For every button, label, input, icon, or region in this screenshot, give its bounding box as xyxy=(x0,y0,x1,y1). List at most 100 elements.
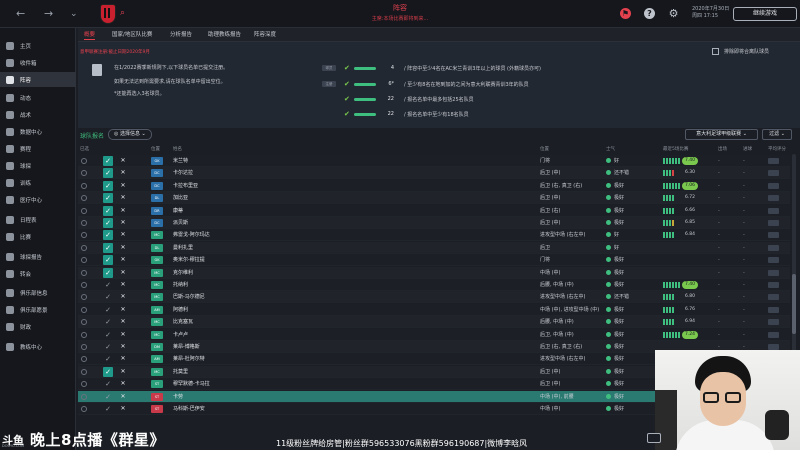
gear-icon[interactable]: ⚙ xyxy=(668,8,679,19)
sidebar-item-transfers[interactable]: 转会 xyxy=(0,266,76,281)
header-apps[interactable]: 出场 xyxy=(718,146,727,152)
select-radio[interactable] xyxy=(81,282,87,288)
tab-international[interactable]: 国家/地区队比赛 xyxy=(112,30,152,40)
exclude-toggle[interactable]: 排除即将合离队球员 xyxy=(712,48,769,55)
remove-icon[interactable]: ✕ xyxy=(118,181,128,191)
scrollbar-thumb[interactable] xyxy=(792,274,796,334)
player-name[interactable]: 托莫里 xyxy=(173,366,188,378)
select-radio[interactable] xyxy=(81,257,87,264)
header-position[interactable]: 位置 xyxy=(540,146,549,152)
sidebar-item-squad[interactable]: 阵容 xyxy=(0,72,76,87)
player-name[interactable]: 穆罕默德-卡马拉 xyxy=(173,378,210,390)
register-checkbox[interactable]: ✓ xyxy=(103,305,113,315)
sidebar-item-training[interactable]: 训练 xyxy=(0,175,76,190)
register-checkbox[interactable]: ✓ xyxy=(103,330,113,340)
table-row[interactable]: ✓ ✕ DC 卡拉布里亚 后卫 (右, 真卫 (右) 极好 7.06 - - xyxy=(78,179,790,192)
select-radio[interactable] xyxy=(81,319,87,326)
remove-icon[interactable]: ✕ xyxy=(118,168,128,178)
remove-icon[interactable]: ✕ xyxy=(118,243,128,253)
register-checkbox[interactable]: ✓ xyxy=(103,205,113,216)
register-checkbox[interactable]: ✓ xyxy=(103,156,113,166)
register-checkbox[interactable]: ✓ xyxy=(103,366,113,377)
player-name[interactable]: 康蒂 xyxy=(173,205,183,217)
player-name[interactable]: 阿德利 xyxy=(173,304,188,316)
player-name[interactable]: 曼利扎里 xyxy=(173,242,193,254)
player-name[interactable]: 卡拉布里亚 xyxy=(173,180,198,192)
header-form[interactable]: 最近5场比赛 xyxy=(663,146,688,152)
sidebar-item-data-hub[interactable]: 数据中心 xyxy=(0,124,76,139)
select-radio[interactable] xyxy=(81,406,87,412)
table-row[interactable]: ✓ ✕ DL 加比亚 后卫 (中) 极好 6.72 - - xyxy=(78,192,790,205)
table-row[interactable]: ✓ ✕ GK 米兰特 门将 好 7.40 - - xyxy=(78,155,790,167)
player-name[interactable]: 米兰特 xyxy=(173,155,188,167)
header-avg[interactable]: 平均评分 xyxy=(768,146,786,152)
player-name[interactable]: 莱昂-杜阿尔特 xyxy=(173,353,205,365)
remove-icon[interactable]: ✕ xyxy=(118,354,128,364)
header-selected[interactable]: 已选 xyxy=(80,146,89,152)
table-row[interactable]: ✓ ✕ MC 比克塞瓦 后腰, 中场 (中) 极好 6.94 - - xyxy=(78,316,790,329)
table-row[interactable]: ✓ ✕ MC 卡卢卢 后卫, 中场 (中) 极好 7.24 - - xyxy=(78,328,790,341)
register-checkbox[interactable]: ✓ xyxy=(103,230,113,241)
table-row[interactable]: ✓ ✕ MC 克尔维利 中场 (中) 极好 - - xyxy=(78,266,790,279)
select-radio[interactable] xyxy=(81,344,87,350)
register-checkbox[interactable]: ✓ xyxy=(103,392,113,402)
select-radio[interactable] xyxy=(81,195,87,202)
remove-icon[interactable]: ✕ xyxy=(118,317,128,327)
remove-icon[interactable]: ✕ xyxy=(118,330,128,340)
sidebar-item-tactics[interactable]: 战术 xyxy=(0,107,76,122)
select-radio[interactable] xyxy=(81,368,87,375)
register-checkbox[interactable]: ✓ xyxy=(103,193,113,204)
select-radio[interactable] xyxy=(81,158,87,164)
remove-icon[interactable]: ✕ xyxy=(118,404,128,414)
register-checkbox[interactable]: ✓ xyxy=(103,292,113,302)
league-dropdown[interactable]: 意大利足球甲级联赛 ⌄ xyxy=(685,129,758,140)
chevron-down-icon[interactable]: ⌄ xyxy=(70,9,78,19)
forward-arrow-icon[interactable]: → xyxy=(44,7,53,20)
help-icon[interactable]: ? xyxy=(644,8,655,19)
player-name[interactable]: 马科斯-巴伊安 xyxy=(173,403,205,415)
player-name[interactable]: 卡尔达拉 xyxy=(173,167,193,179)
table-row[interactable]: ✓ ✕ MC 弗雷戈-阿尔玛达 进攻型中场 (右左中) 好 6.84 - - xyxy=(78,229,790,242)
sidebar-item-scouting[interactable]: 球探 xyxy=(0,158,76,173)
sidebar-item-club-vision[interactable]: 俱乐部愿景 xyxy=(0,302,76,317)
sidebar-item-club-info[interactable]: 俱乐部信息 xyxy=(0,285,76,300)
tab-assistant-report[interactable]: 助理教练报告 xyxy=(208,30,241,40)
select-radio[interactable] xyxy=(81,182,87,189)
player-name[interactable]: 莱昂-博格斯 xyxy=(173,341,200,353)
search-icon[interactable]: ⌕ xyxy=(120,8,125,18)
select-radio[interactable] xyxy=(81,331,87,338)
remove-icon[interactable]: ✕ xyxy=(118,379,128,389)
register-checkbox[interactable]: ✓ xyxy=(103,255,113,266)
table-row[interactable]: ✓ ✕ DR 康蒂 后卫 (右) 极好 6.66 - - xyxy=(78,204,790,217)
table-row[interactable]: ✓ ✕ DL 曼利扎里 后卫 好 - - xyxy=(78,241,790,254)
tab-depth-chart[interactable]: 阵容深度 xyxy=(254,30,276,40)
sidebar-item-dynamics[interactable]: 动态 xyxy=(0,90,76,105)
remove-icon[interactable]: ✕ xyxy=(118,206,128,216)
player-name[interactable]: 弗雷戈-阿尔玛达 xyxy=(173,229,210,241)
table-row[interactable]: ✓ ✕ DC 卡尔达拉 后卫 (中) 还不错 6.30 - - xyxy=(78,167,790,180)
remove-icon[interactable]: ✕ xyxy=(118,230,128,240)
header-morale[interactable]: 士气 xyxy=(606,146,615,152)
select-radio[interactable] xyxy=(81,306,87,313)
table-row[interactable]: ✓ ✕ MC 巴斯-马尔德尼 进攻型中场 (右左中) 还不错 6.80 - - xyxy=(78,291,790,304)
table-row[interactable]: ✓ ✕ DC 派贝斯 后卫 (中) 极好 6.85 - - xyxy=(78,217,790,229)
remove-icon[interactable]: ✕ xyxy=(118,268,128,278)
tab-overview[interactable]: 概要 xyxy=(84,30,96,40)
sidebar-item-fixtures[interactable]: 赛程 xyxy=(0,141,76,156)
table-row[interactable]: ✓ ✕ MC 托纳利 后腰, 中场 (中) 极好 7.40 - - xyxy=(78,279,790,291)
remove-icon[interactable]: ✕ xyxy=(118,255,128,265)
register-checkbox[interactable]: ✓ xyxy=(103,280,113,290)
player-name[interactable]: 派贝斯 xyxy=(173,217,188,229)
player-name[interactable]: 卡卢卢 xyxy=(173,329,188,341)
select-info-dropdown[interactable]: ◎ 选择信息 ⌄ xyxy=(108,129,152,140)
club-crest-icon[interactable] xyxy=(100,4,116,24)
filter-dropdown[interactable]: 过滤 ⌄ xyxy=(762,129,792,140)
checkbox-icon[interactable] xyxy=(712,48,719,55)
sidebar-item-scout-report[interactable]: 球探报告 xyxy=(0,249,76,264)
register-checkbox[interactable]: ✓ xyxy=(103,168,113,179)
header-pos[interactable]: 位置 xyxy=(151,146,160,152)
table-row[interactable]: ✓ ✕ GK 奥米尔-穆拉提 门将 极好 - - xyxy=(78,254,790,267)
sidebar-item-home[interactable]: 主页 xyxy=(0,38,76,53)
register-checkbox[interactable]: ✓ xyxy=(103,404,113,414)
player-name[interactable]: 巴斯-马尔德尼 xyxy=(173,291,205,303)
